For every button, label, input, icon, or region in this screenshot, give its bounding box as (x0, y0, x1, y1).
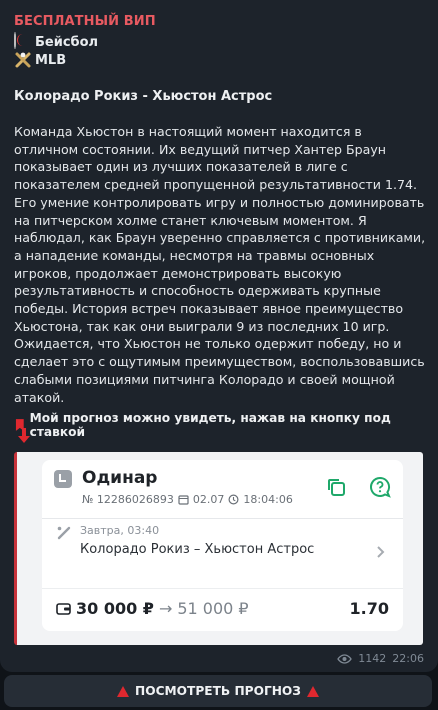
baseball-bat-icon (14, 51, 32, 69)
bet-screenshot[interactable]: Одинар № 12286026893 02.07 18:04:06 Завт… (14, 452, 423, 645)
post-body: Команда Хьюстон в настоящий момент наход… (14, 124, 426, 405)
cta-text: Мой прогноз можно увидеть, нажав на кноп… (29, 411, 391, 439)
bet-number: № 12286026893 (82, 493, 174, 506)
event-name: Колорадо Рокиз – Хьюстон Астрос (80, 542, 315, 557)
wallet-icon (56, 603, 71, 615)
red-triangle-icon (306, 685, 319, 697)
baseball-bat-small-icon (57, 526, 71, 540)
odds-value: 1.70 (349, 599, 389, 618)
sport-line: Бейсбол (14, 32, 99, 51)
message-time: 22:06 (392, 652, 424, 665)
bet-card: Одинар № 12286026893 02.07 18:04:06 Завт… (42, 460, 403, 631)
view-count: 1142 (358, 652, 387, 665)
league-line: MLB (14, 51, 66, 69)
match-title: Колорадо Рокиз - Хьюстон Астрос (14, 89, 273, 104)
sport-text: Бейсбол (35, 34, 99, 50)
red-triangle-icon (117, 685, 130, 697)
message-meta: 1142 22:06 (337, 652, 424, 665)
stake-row: 30 000 ₽ → 51 000 ₽ (56, 599, 249, 618)
arrow-right-icon: → (158, 599, 173, 618)
calendar-icon (178, 495, 189, 505)
bet-type: Одинар (82, 468, 158, 488)
cta-line: Мой прогноз можно увидеть, нажав на кноп… (14, 411, 438, 439)
copy-icon[interactable] (325, 476, 347, 498)
bet-meta: № 12286026893 02.07 18:04:06 (82, 493, 293, 506)
payout-amount: 51 000 ₽ (177, 599, 249, 618)
eye-icon (337, 653, 353, 664)
league-text: MLB (35, 52, 67, 68)
event-time: Завтра, 03:40 (80, 524, 160, 537)
stake-amount: 30 000 ₽ (76, 599, 154, 618)
baseball-icon (14, 32, 32, 51)
help-icon[interactable] (369, 476, 391, 498)
view-forecast-label: ПОСМОТРЕТЬ ПРОГНОЗ (135, 684, 301, 698)
bet-time: 18:04:06 (243, 493, 293, 506)
view-forecast-button[interactable]: ПОСМОТРЕТЬ ПРОГНОЗ (4, 675, 432, 707)
message-bubble: БЕСПЛАТНЫЙ ВИП Бейсбол MLB Колорадо Роки… (0, 0, 438, 672)
bet-date: 02.07 (192, 493, 225, 506)
time-icon (228, 494, 239, 505)
red-down-arrow-icon (18, 428, 30, 443)
chevron-right-icon[interactable] (376, 545, 386, 559)
card-divider-2 (42, 588, 403, 589)
card-divider (42, 518, 403, 519)
channel-label: БЕСПЛАТНЫЙ ВИП (14, 14, 156, 29)
clock-icon (54, 470, 72, 488)
